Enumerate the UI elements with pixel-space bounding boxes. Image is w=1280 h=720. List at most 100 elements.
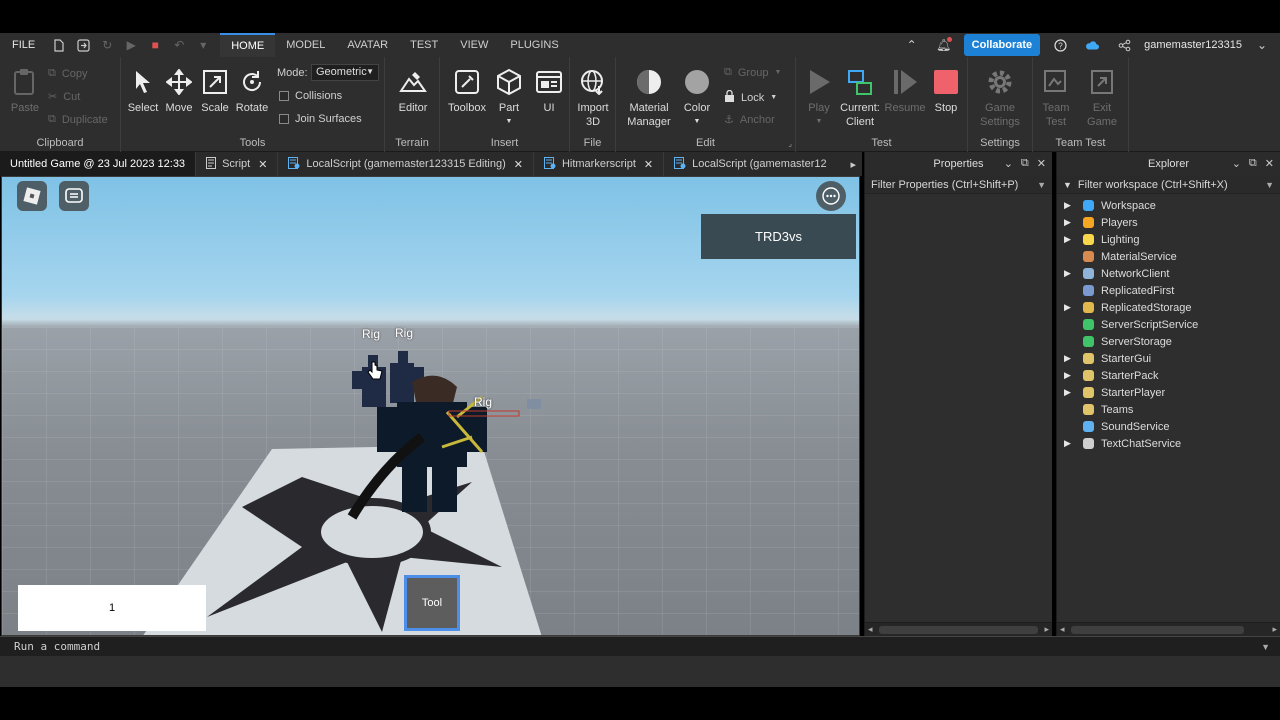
expand-arrow-icon[interactable]: ▶ [1064, 268, 1071, 279]
scroll-left-icon[interactable]: ◂ [1060, 624, 1065, 635]
scale-tool-button[interactable]: Scale [199, 67, 231, 115]
part-button[interactable]: Part ▼ [492, 67, 526, 129]
explorer-item[interactable]: ▶ ReplicatedStorage [1057, 299, 1280, 316]
help-icon[interactable]: ? [1053, 38, 1067, 52]
doc-tab-localscript-editing[interactable]: LocalScript (gamemaster123315 Editing) ✕ [278, 152, 534, 176]
quick-access-dropdown-icon[interactable]: ▾ [196, 38, 210, 52]
share-icon[interactable] [1117, 38, 1131, 52]
stop-button[interactable]: Stop [930, 67, 962, 115]
cloud-icon[interactable] [1085, 38, 1100, 52]
explorer-item[interactable]: ▶ Players [1057, 214, 1280, 231]
expand-arrow-icon[interactable]: ▶ [1064, 234, 1071, 245]
team-test-button[interactable]: Team Test [1039, 67, 1073, 129]
chat-toggle-button[interactable] [59, 181, 89, 211]
explorer-filter-input[interactable]: ▼ Filter workspace (Ctrl+Shift+X) ▼ [1057, 176, 1280, 194]
copy-button[interactable]: ⧉ Copy [48, 67, 88, 80]
undo-icon[interactable]: ↶ [172, 38, 186, 52]
part-dropdown-icon[interactable]: ▼ [506, 115, 513, 129]
duplicate-button[interactable]: ⧉ Duplicate [48, 113, 108, 126]
explorer-item[interactable]: ▶ TextChatService [1057, 435, 1280, 452]
close-icon[interactable]: ✕ [258, 158, 267, 171]
command-history-dropdown-icon[interactable]: ▼ [1261, 642, 1270, 652]
explorer-item[interactable]: ▶ StarterPlayer [1057, 384, 1280, 401]
hotbar-tool-slot[interactable]: Tool [404, 575, 460, 631]
collisions-checkbox[interactable] [279, 91, 289, 101]
collisions-toggle[interactable]: Collisions [279, 90, 342, 102]
new-file-icon[interactable] [52, 38, 66, 52]
resume-button[interactable]: Resume [884, 67, 926, 115]
material-manager-button[interactable]: Material Manager [626, 67, 672, 129]
explorer-item[interactable]: ServerStorage [1057, 333, 1280, 350]
color-button[interactable]: Color ▼ [680, 67, 714, 129]
explorer-item[interactable]: ReplicatedFirst [1057, 282, 1280, 299]
tab-view[interactable]: VIEW [449, 33, 499, 57]
tab-test[interactable]: TEST [399, 33, 449, 57]
game-settings-button[interactable]: Game Settings [978, 67, 1022, 129]
doc-tab-localscript-2[interactable]: LocalScript (gamemaster12 [664, 152, 837, 176]
close-icon[interactable]: ✕ [1265, 157, 1274, 170]
explorer-item[interactable]: ServerScriptService [1057, 316, 1280, 333]
chevron-down-icon[interactable]: ⌄ [1232, 157, 1241, 170]
notification-bell-icon[interactable]: 🔔︎ [936, 37, 952, 52]
game-viewport[interactable]: TRD3vs Rig Rig Rig 1 Tool [1, 176, 860, 636]
tabs-scroll-right-icon[interactable]: ▸ [844, 158, 862, 171]
expand-arrow-icon[interactable]: ▶ [1064, 387, 1071, 398]
roblox-menu-button[interactable] [17, 181, 47, 211]
small-part[interactable] [527, 399, 541, 409]
username[interactable]: gamemaster123315 [1144, 39, 1242, 51]
explorer-item[interactable]: Teams [1057, 401, 1280, 418]
rotate-tool-button[interactable]: Rotate [233, 67, 271, 115]
close-icon[interactable]: ✕ [1037, 157, 1046, 170]
play-button[interactable]: Play ▼ [802, 67, 836, 129]
explorer-item[interactable]: MaterialService [1057, 248, 1280, 265]
expand-arrow-icon[interactable]: ▶ [1064, 370, 1071, 381]
move-tool-button[interactable]: Move [163, 67, 195, 115]
tab-home[interactable]: HOME [220, 33, 276, 57]
scroll-right-icon[interactable]: ▸ [1272, 624, 1277, 635]
exit-game-button[interactable]: Exit Game [1085, 67, 1119, 129]
stop-small-icon[interactable]: ■ [148, 38, 162, 52]
tab-avatar[interactable]: AVATAR [336, 33, 399, 57]
scrollbar-thumb[interactable] [1071, 626, 1244, 634]
explorer-item[interactable]: SoundService [1057, 418, 1280, 435]
properties-horizontal-scrollbar[interactable]: ◂ ▸ [865, 622, 1052, 636]
filter-dropdown-icon[interactable]: ▼ [1265, 180, 1274, 190]
chevron-down-icon[interactable]: ⌄ [1004, 157, 1013, 170]
terrain-editor-button[interactable]: Editor [393, 67, 433, 115]
current-client-button[interactable]: Current: Client [838, 67, 882, 129]
lock-button[interactable]: Lock ▼ [724, 89, 777, 105]
doc-tab-hitmarkerscript[interactable]: Hitmarkerscript ✕ [534, 152, 665, 176]
publish-icon[interactable] [76, 38, 90, 52]
redo-icon[interactable]: ↻ [100, 38, 114, 52]
play-small-icon[interactable]: ▶ [124, 38, 138, 52]
cut-button[interactable]: ✂ Cut [48, 90, 80, 104]
toolbox-button[interactable]: Toolbox [446, 67, 488, 115]
join-surfaces-toggle[interactable]: Join Surfaces [279, 113, 362, 125]
tab-plugins[interactable]: PLUGINS [499, 33, 569, 57]
explorer-item[interactable]: ▶ StarterPack [1057, 367, 1280, 384]
explorer-horizontal-scrollbar[interactable]: ◂ ▸ [1057, 622, 1280, 636]
undock-icon[interactable]: ⧉ [1021, 157, 1029, 170]
expand-arrow-icon[interactable]: ▶ [1064, 217, 1071, 228]
account-dropdown-icon[interactable]: ⌄ [1255, 38, 1269, 52]
expand-arrow-icon[interactable]: ▶ [1064, 302, 1071, 313]
properties-filter-input[interactable]: Filter Properties (Ctrl+Shift+P) ▼ [865, 176, 1052, 194]
mode-select[interactable]: Geometric ▼ [311, 64, 379, 81]
file-menu[interactable]: FILE [0, 39, 47, 51]
select-tool-button[interactable]: Select [127, 67, 159, 115]
close-icon[interactable]: ✕ [644, 158, 653, 171]
explorer-item[interactable]: ▶ Lighting [1057, 231, 1280, 248]
doc-tab-script[interactable]: Script ✕ [196, 152, 279, 176]
ui-button[interactable]: UI [532, 67, 566, 115]
explorer-item[interactable]: ▶ StarterGui [1057, 350, 1280, 367]
play-dropdown-icon[interactable]: ▼ [816, 115, 823, 129]
collapse-ribbon-icon[interactable]: ⌃ [905, 38, 919, 52]
import-3d-button[interactable]: Import 3D [574, 67, 612, 129]
command-bar[interactable]: Run a command ▼ [0, 636, 1280, 656]
tab-model[interactable]: MODEL [275, 33, 336, 57]
group-button[interactable]: ⧉ Group ▼ [724, 66, 781, 79]
anchor-button[interactable]: ⚓︎ Anchor [724, 113, 775, 127]
color-dropdown-icon[interactable]: ▼ [694, 115, 701, 129]
expand-arrow-icon[interactable]: ▶ [1064, 438, 1071, 449]
collaborate-button[interactable]: Collaborate [963, 34, 1041, 56]
